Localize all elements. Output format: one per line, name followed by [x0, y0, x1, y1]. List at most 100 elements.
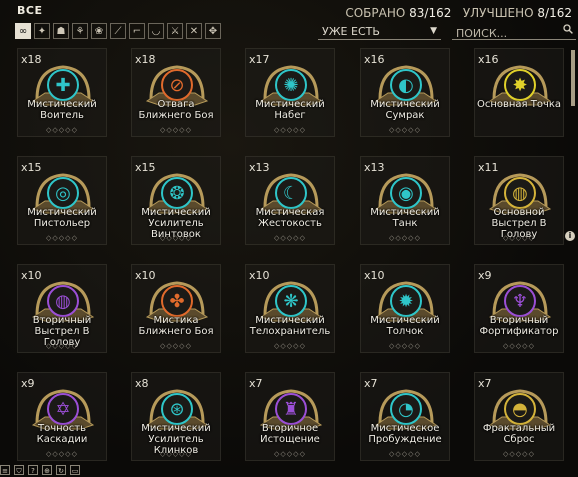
dropdown-value: УЖЕ ЕСТЬ: [322, 25, 380, 38]
scrollbar[interactable]: [571, 48, 576, 464]
emblem-glyph: ♜: [283, 399, 299, 420]
rank-diamonds: ◇◇◇◇◇: [160, 342, 192, 350]
rank-diamonds: ◇◇◇◇◇: [274, 450, 306, 458]
emblem-glyph: ✸: [512, 75, 527, 96]
collected-label: СОБРАНО: [345, 6, 406, 20]
rank-diamonds: ◇◇◇◇◇: [274, 126, 306, 134]
arcane-name: Мистический Сумрак: [370, 99, 440, 121]
arcane-card[interactable]: x17 ✺ Мистический Набег ◇◇◇◇◇: [245, 48, 335, 137]
rank-diamonds: ◇◇◇◇◇: [274, 234, 306, 242]
arcane-card[interactable]: x15 ❂ Мистический Усилитель Винтовок ◇◇◇◇◇: [131, 156, 221, 245]
emblem-glyph: ◓: [512, 399, 528, 420]
search-box[interactable]: [452, 22, 576, 43]
arcane-card[interactable]: x13 ☾ Мистическая Жестокость ◇◇◇◇◇: [245, 156, 335, 245]
arcane-name: Вторичное Истощение: [260, 423, 320, 445]
arcane-name: Точность Каскадии: [36, 423, 88, 445]
emblem-glyph: ◍: [55, 291, 71, 312]
rank-diamonds: ◇◇◇◇◇: [503, 234, 535, 242]
arcane-card[interactable]: x11 ◍ Основной Выстрел В Голову ◇◇◇◇◇: [474, 156, 564, 245]
emblem-glyph: ◍: [512, 183, 528, 204]
emblem-glyph: ◐: [398, 75, 414, 96]
emblem-glyph: ❂: [169, 183, 184, 204]
window-icon[interactable]: ▭: [70, 465, 80, 475]
arcane-card[interactable]: x13 ◉ Мистический Танк ◇◇◇◇◇: [360, 156, 450, 245]
collection-stats: СОБРАНО 83/162 УЛУЧШЕНО 8/162: [345, 6, 572, 20]
arcane-card[interactable]: x7 ♜ Вторичное Истощение ◇◇◇◇◇: [245, 372, 335, 461]
pistol-icon[interactable]: ⌐: [129, 23, 145, 39]
rank-diamonds: ◇◇◇◇◇: [160, 450, 192, 458]
arcane-card[interactable]: x7 ◔ Мистическое Пробуждение ◇◇◇◇◇: [360, 372, 450, 461]
rifle-icon[interactable]: ⟋: [110, 23, 126, 39]
arcane-name: Мистический Воитель: [27, 99, 97, 121]
info-icon[interactable]: i: [565, 231, 575, 241]
rank-diamonds: ◇◇◇◇◇: [503, 450, 535, 458]
arcane-name: Мистический Толчок: [370, 315, 440, 337]
crossed-icon[interactable]: ✕: [186, 23, 202, 39]
blade-icon[interactable]: ⚔: [167, 23, 183, 39]
emblem-glyph: ✚: [55, 75, 70, 96]
page-title: ВСЕ: [17, 4, 43, 17]
emblem-glyph: ✤: [169, 291, 184, 312]
arcane-card[interactable]: x10 ❋ Мистический Телохранитель ◇◇◇◇◇: [245, 264, 335, 353]
search-icon[interactable]: [563, 24, 573, 34]
arcane-card[interactable]: x16 ✸ Основная Точка: [474, 48, 564, 137]
refresh-icon[interactable]: ↻: [56, 465, 66, 475]
ownership-dropdown[interactable]: УЖЕ ЕСТЬ ▼: [318, 22, 441, 40]
scrollbar-thumb[interactable]: [571, 50, 575, 106]
arcane-card[interactable]: x10 ✹ Мистический Толчок ◇◇◇◇◇: [360, 264, 450, 353]
arcane-name: Мистическая Жестокость: [255, 207, 325, 229]
arcane-name: Основная Точка: [476, 99, 562, 110]
search-input[interactable]: [452, 24, 560, 43]
rank-diamonds: ◇◇◇◇◇: [389, 126, 421, 134]
help-icon[interactable]: ?: [28, 465, 38, 475]
emblem-glyph: ⊘: [169, 75, 184, 96]
rank-diamonds: ◇◇◇◇◇: [389, 450, 421, 458]
helmet-icon[interactable]: ☗: [53, 23, 69, 39]
rank-diamonds: ◇◇◇◇◇: [160, 234, 192, 242]
arcane-name: Мистический Набег: [255, 99, 325, 121]
arcane-card[interactable]: x16 ◐ Мистический Сумрак ◇◇◇◇◇: [360, 48, 450, 137]
rank-diamonds: ◇◇◇◇◇: [274, 342, 306, 350]
rank-diamonds: ◇◇◇◇◇: [160, 126, 192, 134]
emblem-glyph: ☾: [283, 183, 299, 204]
arcane-name: Мистический Телохранитель: [249, 315, 331, 337]
rank-diamonds: ◇◇◇◇◇: [389, 342, 421, 350]
arcane-card[interactable]: x9 ♆ Вторичный Фортификатор ◇◇◇◇◇: [474, 264, 564, 353]
arcane-card[interactable]: x10 ◍ Вторичный Выстрел В Голову ◇◇◇◇◇: [17, 264, 107, 353]
emblem-glyph: ✡: [55, 399, 70, 420]
flower-icon[interactable]: ❀: [91, 23, 107, 39]
arcane-card[interactable]: x18 ⊘ Отвага Ближнего Боя ◇◇◇◇◇: [131, 48, 221, 137]
emblem-glyph: ⊛: [169, 399, 184, 420]
upgraded-label: УЛУЧШЕНО: [462, 6, 534, 20]
melee-icon[interactable]: ◡: [148, 23, 164, 39]
pet-icon[interactable]: ✥: [205, 23, 221, 39]
arcane-card[interactable]: x10 ✤ Мистика Ближнего Боя ◇◇◇◇◇: [131, 264, 221, 353]
arcane-card[interactable]: x7 ◓ Фрактальный Сброс ◇◇◇◇◇: [474, 372, 564, 461]
arcane-card[interactable]: x15 ◎ Мистический Пистольер ◇◇◇◇◇: [17, 156, 107, 245]
list-icon[interactable]: ≡: [0, 465, 10, 475]
rank-diamonds: ◇◇◇◇◇: [46, 450, 78, 458]
rank-diamonds: ◇◇◇◇◇: [503, 342, 535, 350]
zoom-icon[interactable]: ⊕: [42, 465, 52, 475]
arcane-card[interactable]: x8 ⊛ Мистический Усилитель Клинков ◇◇◇◇◇: [131, 372, 221, 461]
arcane-name: Отвага Ближнего Боя: [138, 99, 214, 121]
rank-diamonds: ◇◇◇◇◇: [389, 234, 421, 242]
arcane-name: Фрактальный Сброс: [482, 423, 556, 445]
emblem-glyph: ◔: [398, 399, 414, 420]
shield-icon[interactable]: ⛉: [14, 465, 24, 475]
arcane-name: Мистический Пистольер: [27, 207, 97, 229]
wing-icon[interactable]: ✦: [34, 23, 50, 39]
all-icon[interactable]: ∞: [15, 23, 31, 39]
emblem-glyph: ◉: [398, 183, 414, 204]
chevron-down-icon: ▼: [430, 26, 437, 36]
emblem-glyph: ✹: [398, 291, 413, 312]
category-filters: ∞ ✦ ☗ ⚘ ❀ ⟋ ⌐ ◡ ⚔ ✕ ✥: [15, 23, 221, 39]
arcane-name: Мистический Танк: [370, 207, 440, 229]
upgraded-value: 8/162: [537, 6, 572, 20]
arcane-name: Мистика Ближнего Боя: [138, 315, 214, 337]
lotus-icon[interactable]: ⚘: [72, 23, 88, 39]
arcane-card[interactable]: x9 ✡ Точность Каскадии ◇◇◇◇◇: [17, 372, 107, 461]
collected-value: 83/162: [409, 6, 452, 20]
arcane-card[interactable]: x18 ✚ Мистический Воитель ◇◇◇◇◇: [17, 48, 107, 137]
rank-diamonds: ◇◇◇◇◇: [46, 126, 78, 134]
